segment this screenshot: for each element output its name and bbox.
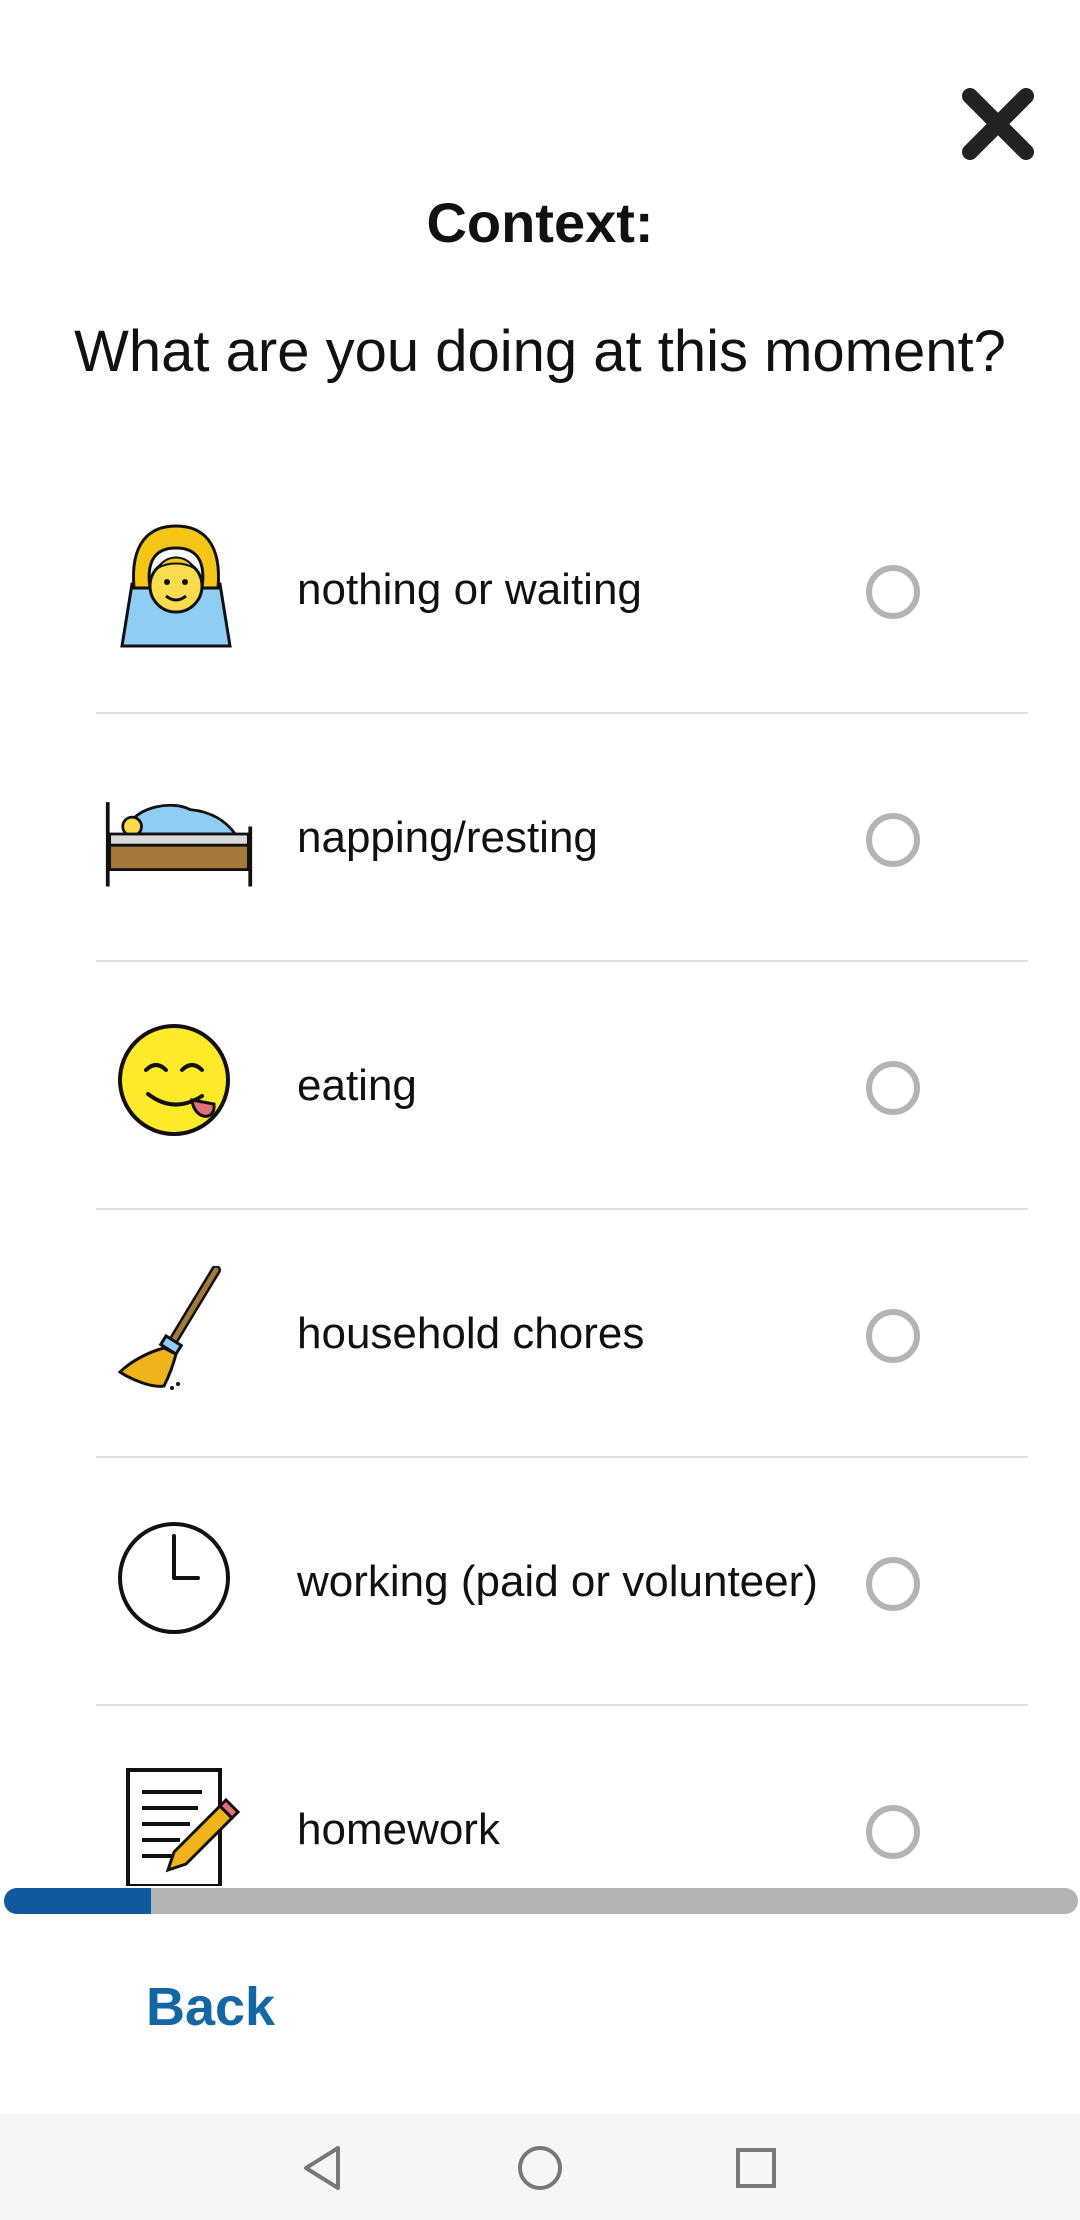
option-radio[interactable] <box>866 813 920 867</box>
option-radio[interactable] <box>866 1557 920 1611</box>
options-list: nothing or waiting napping/resting eatin… <box>96 466 1028 1886</box>
option-radio[interactable] <box>866 1805 920 1859</box>
progress-fill <box>4 1888 152 1914</box>
option-label: working (paid or volunteer) <box>297 1557 818 1606</box>
section-title: Context: <box>426 191 654 254</box>
system-navigation-bar <box>0 2114 1080 2220</box>
option-radio[interactable] <box>866 565 920 619</box>
close-icon[interactable] <box>960 86 1036 162</box>
clock-icon <box>118 1522 230 1634</box>
option-label: homework <box>297 1805 500 1854</box>
progress-bar <box>4 1888 1078 1914</box>
home-circle-icon[interactable] <box>512 2140 568 2196</box>
face-savoring-food-icon <box>118 1024 230 1136</box>
back-button[interactable]: Back <box>146 1976 275 2038</box>
memo-pencil-icon <box>126 1768 240 1886</box>
recents-square-icon[interactable] <box>728 2140 784 2196</box>
person-waiting-icon <box>120 524 232 648</box>
option-label: napping/resting <box>297 813 598 862</box>
option-homework[interactable]: homework <box>96 1706 1028 1886</box>
option-nothing-or-waiting[interactable]: nothing or waiting <box>96 466 1028 714</box>
option-napping-resting[interactable]: napping/resting <box>96 714 1028 962</box>
option-radio[interactable] <box>866 1061 920 1115</box>
broom-icon <box>117 1266 221 1390</box>
option-label: household chores <box>297 1309 645 1358</box>
back-triangle-icon[interactable] <box>296 2140 352 2196</box>
option-eating[interactable]: eating <box>96 962 1028 1210</box>
option-label: eating <box>297 1061 417 1110</box>
option-working[interactable]: working (paid or volunteer) <box>96 1458 1028 1706</box>
question-text: What are you doing at this moment? <box>74 319 1006 384</box>
option-household-chores[interactable]: household chores <box>96 1210 1028 1458</box>
bed-icon <box>105 802 253 887</box>
option-label: nothing or waiting <box>297 565 642 614</box>
option-radio[interactable] <box>866 1309 920 1363</box>
